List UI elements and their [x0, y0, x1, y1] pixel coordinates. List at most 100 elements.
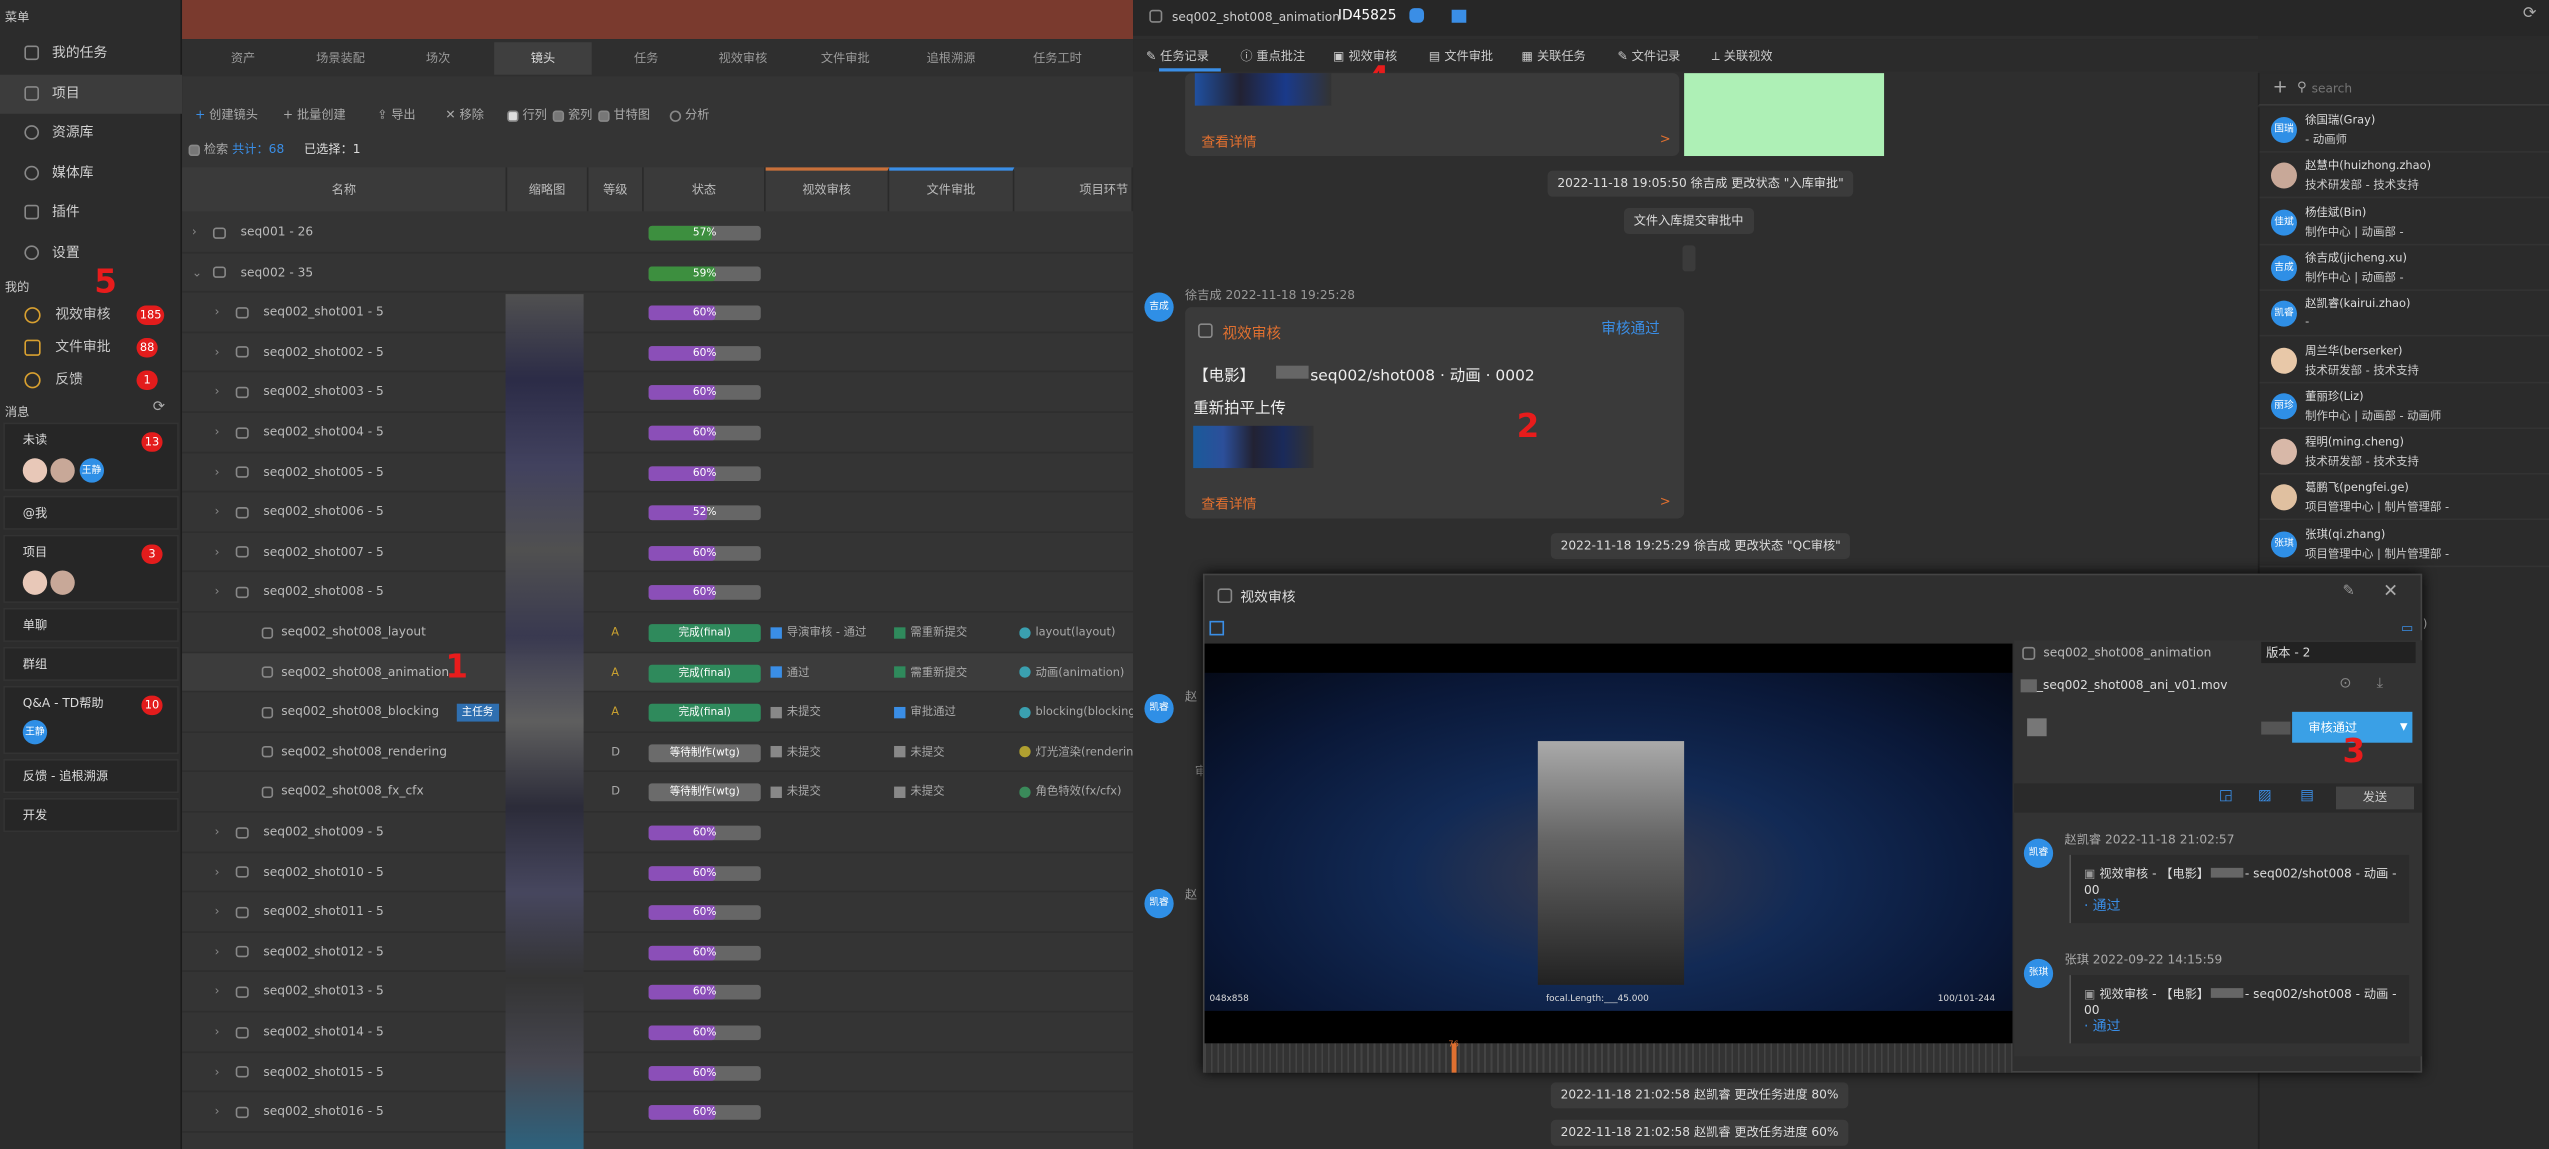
tab-assets[interactable]: 资产: [198, 42, 287, 75]
table-row[interactable]: ⌄ seq002 - 35 59%: [182, 253, 1134, 293]
table-row[interactable]: › seq002_shot016 - 5 60%: [182, 1092, 1134, 1133]
add-icon[interactable]: +: [2273, 76, 2288, 97]
nav-library[interactable]: 资源库: [0, 114, 182, 154]
status-badge[interactable]: 等待制作(wtg): [648, 783, 761, 802]
chevron-right-icon[interactable]: >: [1660, 132, 1671, 147]
table-row[interactable]: › seq002_shot001 - 5 60%: [182, 293, 1134, 333]
table-row[interactable]: › seq001 - 26 57%: [182, 213, 1134, 253]
download-icon[interactable]: ⤓: [2377, 676, 2383, 692]
nav-project[interactable]: 项目: [0, 73, 183, 114]
play-icon[interactable]: ⊙: [2339, 676, 2351, 692]
nav-media[interactable]: 媒体库: [0, 154, 182, 194]
contact-item[interactable]: 佳斌 杨佳斌(Bin) 制作中心 | 动画部 -: [2259, 199, 2549, 245]
msg-project[interactable]: 项目 3: [3, 534, 179, 603]
msg-qa[interactable]: Q&A - TD帮助 10 王静: [3, 685, 179, 755]
table-row[interactable]: › seq002_shot004 - 5 60%: [182, 413, 1134, 453]
msg-direct[interactable]: 单聊: [3, 607, 179, 642]
chevron-down-icon[interactable]: ▼: [2400, 712, 2408, 743]
tab-file-log[interactable]: ✎ 文件记录: [1617, 47, 1680, 65]
chevron-right-icon[interactable]: ›: [215, 973, 220, 1013]
task-row[interactable]: seq002_shot008_fx_cfx D 等待制作(wtg) 未提交 未提…: [182, 773, 1134, 813]
chevron-right-icon[interactable]: ›: [215, 1012, 220, 1052]
version-select[interactable]: 版本 - 2: [2261, 641, 2416, 664]
chevron-right-icon[interactable]: ›: [215, 333, 220, 373]
create-shot-button[interactable]: + 创建镜头: [195, 106, 258, 124]
contact-item[interactable]: 丽珍 董丽珍(Liz) 制作中心 | 动画部 - 动画师: [2259, 383, 2549, 429]
folder-icon[interactable]: [1451, 9, 1467, 23]
msg-feedback[interactable]: 反馈 - 追根溯源: [3, 758, 179, 794]
task-row[interactable]: seq002_shot008_rendering D 等待制作(wtg) 未提交…: [182, 733, 1134, 773]
tab-scene[interactable]: 场景装配: [288, 42, 394, 75]
chevron-right-icon[interactable]: ›: [215, 413, 220, 453]
export-button[interactable]: ⇪ 导出: [377, 106, 415, 124]
chat-icon[interactable]: [1409, 8, 1425, 23]
status-badge[interactable]: 完成(final): [648, 624, 761, 642]
status-badge[interactable]: 等待制作(wtg): [648, 744, 761, 762]
layout-icon[interactable]: [1209, 620, 1225, 636]
status-badge[interactable]: 完成(final): [648, 704, 761, 722]
col-vfx-review[interactable]: 视效审核: [765, 167, 890, 212]
mine-feedback[interactable]: 反馈 1: [0, 364, 182, 397]
msg-groups[interactable]: 群组: [3, 646, 179, 681]
file-icon[interactable]: ▤: [2300, 788, 2314, 804]
comment-body[interactable]: ▣ 视效审核 - 【电影】 - seq002/shot008 - 动画 - 00 …: [2069, 854, 2410, 924]
checkbox-icon[interactable]: [2022, 646, 2036, 660]
tab-sequence[interactable]: 场次: [393, 42, 482, 75]
contact-item[interactable]: 国瑞 徐国瑞(Gray) - 动画师: [2259, 107, 2549, 153]
tab-task-log[interactable]: ✎ 任务记录: [1146, 47, 1209, 65]
contact-item[interactable]: 张琪 张琪(qi.zhang) 项目管理中心 | 制片管理部 -: [2259, 521, 2549, 567]
chevron-right-icon[interactable]: ›: [215, 853, 220, 893]
screenshot-icon[interactable]: ◲: [2219, 788, 2233, 804]
msg-dev[interactable]: 开发: [3, 797, 179, 833]
tab-vfx-review[interactable]: 视效审核: [691, 42, 795, 75]
nav-plugin[interactable]: 插件: [0, 193, 182, 233]
task-row[interactable]: seq002_shot008_layout A 完成(final) 导演审核 -…: [182, 613, 1134, 653]
chevron-right-icon[interactable]: ›: [215, 533, 220, 573]
comment-body[interactable]: ▣ 视效审核 - 【电影】 - seq002/shot008 - 动画 - 00 …: [2069, 975, 2410, 1044]
contact-item[interactable]: 赵慧中(huizhong.zhao) 技术研发部 - 技术支持: [2259, 153, 2549, 199]
chevron-right-icon[interactable]: ›: [215, 933, 220, 973]
col-pipeline-step[interactable]: 项目环节: [1014, 167, 1134, 212]
video-player[interactable]: 048x858 focal.Length:___45.000 100/101-2…: [1204, 643, 2013, 1044]
table-row[interactable]: › seq002_shot010 - 5 60%: [182, 853, 1134, 893]
chat-icon[interactable]: ▭: [2401, 621, 2413, 636]
send-button[interactable]: 发送: [2335, 786, 2415, 810]
status-badge[interactable]: 完成(final): [648, 664, 761, 682]
tab-key-notes[interactable]: ⓘ 重点批注: [1240, 47, 1305, 65]
chevron-right-icon[interactable]: >: [1660, 494, 1671, 509]
tab-file-approval[interactable]: ▤ 文件审批: [1429, 47, 1493, 65]
msg-unread[interactable]: 未读 13 王静: [3, 422, 179, 491]
chevron-right-icon[interactable]: ›: [215, 813, 220, 853]
contact-item[interactable]: 凯睿 赵凯睿(kairui.zhao) -: [2259, 291, 2549, 337]
msg-mention[interactable]: @我: [3, 495, 179, 530]
table-row[interactable]: › seq002_shot006 - 5 52%: [182, 493, 1134, 533]
analysis-button[interactable]: 分析: [669, 106, 709, 124]
nav-my-tasks[interactable]: 我的任务: [0, 34, 182, 74]
chevron-right-icon[interactable]: ›: [215, 373, 220, 413]
close-icon[interactable]: ✕: [2383, 580, 2398, 601]
table-row[interactable]: › seq002_shot011 - 5 60%: [182, 893, 1134, 933]
chevron-right-icon[interactable]: ›: [215, 493, 220, 533]
remove-button[interactable]: ✕ 移除: [445, 106, 483, 124]
checkbox-icon[interactable]: [1149, 9, 1163, 23]
table-row[interactable]: › seq002_shot003 - 5 60%: [182, 373, 1134, 413]
chevron-right-icon[interactable]: ›: [215, 1092, 220, 1132]
table-row[interactable]: › seq002_shot014 - 5 60%: [182, 1012, 1134, 1053]
chevron-right-icon[interactable]: ›: [215, 893, 220, 933]
nav-settings[interactable]: 设置: [0, 233, 182, 273]
tab-trace[interactable]: 追根溯源: [897, 42, 1004, 75]
contact-item[interactable]: 程明(ming.cheng) 技术研发部 - 技术支持: [2259, 429, 2549, 475]
timeline[interactable]: 76: [1204, 1040, 2013, 1073]
tab-related-tasks[interactable]: ▦ 关联任务: [1522, 47, 1586, 65]
chevron-right-icon[interactable]: ›: [215, 1052, 220, 1092]
task-row[interactable]: seq002_shot008_animation A 完成(final) 通过 …: [182, 652, 1134, 693]
batch-create-button[interactable]: + 批量创建: [283, 106, 346, 124]
chevron-down-icon[interactable]: ⌄: [192, 253, 202, 293]
table-row[interactable]: › seq002_shot009 - 5 60%: [182, 813, 1134, 853]
refresh-icon[interactable]: ⟳: [153, 400, 165, 416]
pin-icon[interactable]: ✎: [2342, 583, 2354, 599]
col-thumbnail[interactable]: 缩略图: [507, 167, 589, 212]
table-row[interactable]: › seq002_shot005 - 5 60%: [182, 453, 1134, 493]
refresh-icon[interactable]: ⟳: [2523, 5, 2537, 23]
contacts-search-input[interactable]: [2311, 78, 2540, 100]
